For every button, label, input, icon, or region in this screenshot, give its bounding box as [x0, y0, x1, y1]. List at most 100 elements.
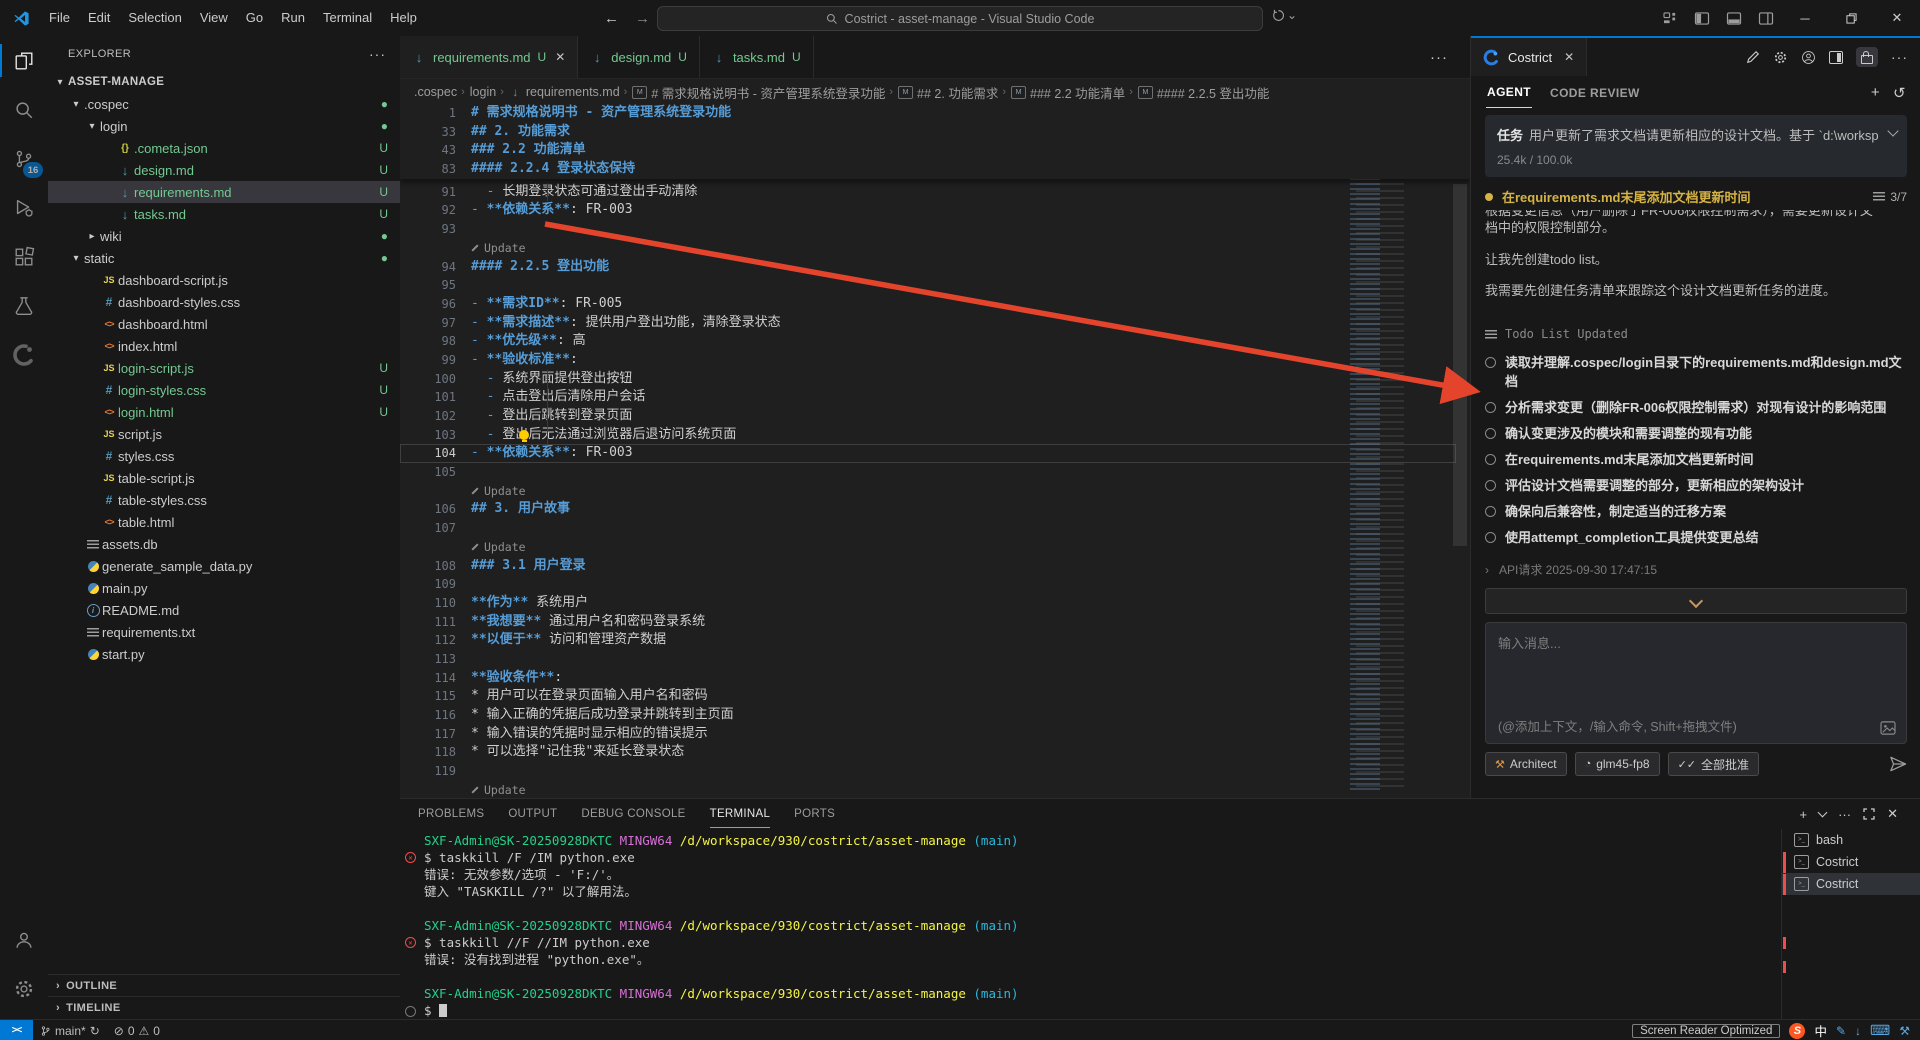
search-icon[interactable]	[0, 85, 48, 134]
menu-item[interactable]: File	[40, 6, 79, 29]
todo-item[interactable]: 评估设计文档需要调整的部分，更新相应的架构设计	[1485, 476, 1907, 495]
edit-icon[interactable]	[1746, 50, 1760, 64]
attach-image-icon[interactable]	[1880, 721, 1896, 735]
breadcrumb-item[interactable]: M ### 2.2 功能清单 ›	[1011, 83, 1133, 102]
minimize-button[interactable]: ─	[1782, 0, 1828, 36]
terminal-more-icon[interactable]: ···	[1838, 807, 1851, 822]
breadcrumb-item[interactable]: M # 需求规格说明书 - 资产管理系统登录功能 ›	[632, 83, 893, 102]
tree-row[interactable]: JS dashboard-script.js	[48, 269, 400, 291]
collapse-bar[interactable]	[1485, 588, 1907, 614]
explorer-more-icon[interactable]: ···	[369, 46, 386, 62]
todo-item[interactable]: 分析需求变更（删除FR-006权限控制需求）对现有设计的影响范围	[1485, 398, 1907, 417]
api-request-row[interactable]: ›API请求 2025-09-30 17:47:15	[1485, 561, 1907, 578]
tree-row[interactable]: JS script.js	[48, 423, 400, 445]
tree-row[interactable]: ↓ design.md U	[48, 159, 400, 181]
tree-row[interactable]: ▾ ASSET-MANAGE	[48, 71, 400, 93]
customize-layout-icon[interactable]	[1663, 12, 1678, 25]
toggle-sidebar-icon[interactable]	[1694, 12, 1710, 25]
menu-item[interactable]: Edit	[79, 6, 119, 29]
menu-item[interactable]: View	[191, 6, 237, 29]
problems-item[interactable]: ⊘0 ⚠0	[107, 1020, 167, 1040]
tree-row[interactable]: JS table-script.js	[48, 467, 400, 489]
mode-chip[interactable]: ⚒ Architect	[1485, 752, 1567, 776]
mode-chip[interactable]: ✓✓ 全部批准	[1668, 752, 1759, 776]
menu-item[interactable]: Selection	[119, 6, 190, 29]
tree-row[interactable]: ↓ tasks.md U	[48, 203, 400, 225]
terminal-instance-row[interactable]: >_ Costrict	[1782, 851, 1920, 873]
tab-close-icon[interactable]: ✕	[555, 50, 565, 64]
tree-row[interactable]: start.py	[48, 643, 400, 665]
terminal-output[interactable]: SXF-Admin@SK-20250928DKTC MINGW64 /d/wor…	[400, 832, 1780, 1018]
current-step-row[interactable]: 在requirements.md末尾添加文档更新时间 3/7	[1485, 187, 1907, 206]
costrict-icon[interactable]	[0, 330, 48, 379]
task-card[interactable]: 任务用户更新了需求文档请更新相应的设计文档。基于 `d:\worksp 25.4…	[1485, 115, 1907, 177]
tree-row[interactable]: # table-styles.css	[48, 489, 400, 511]
layout-profile-button[interactable]: ⌄	[1272, 8, 1297, 22]
tree-row[interactable]: ▾ login ●	[48, 115, 400, 137]
settings-icon[interactable]	[1773, 50, 1788, 65]
panel-tab[interactable]: OUTPUT	[508, 808, 557, 820]
git-branch-item[interactable]: main* ↻	[33, 1020, 107, 1040]
toggle-secondary-sidebar-icon[interactable]	[1758, 12, 1774, 25]
breadcrumb-item[interactable]: M .cospec ›	[414, 85, 465, 99]
breadcrumb-item[interactable]: ↓ requirements.md ›	[509, 85, 627, 99]
maximize-panel-icon[interactable]	[1863, 808, 1875, 820]
tree-row[interactable]: JS login-script.js U	[48, 357, 400, 379]
send-icon[interactable]	[1889, 756, 1907, 772]
tree-row[interactable]: ↓ requirements.md U	[48, 181, 400, 203]
editor-tab[interactable]: ↓ requirements.md U ✕	[400, 36, 578, 78]
terminal-profile-chevron-icon[interactable]	[1818, 808, 1828, 818]
tree-row[interactable]: ▾ .cospec ●	[48, 93, 400, 115]
mode-chip[interactable]: ◔ glm45-fp8	[1575, 752, 1660, 776]
account-icon[interactable]	[1801, 50, 1816, 65]
editor-tab[interactable]: ↓ design.md U	[578, 36, 700, 78]
tree-row[interactable]: # styles.css	[48, 445, 400, 467]
todo-item[interactable]: 确保向后兼容性，制定适当的迁移方案	[1485, 502, 1907, 521]
editor-actions-more-icon[interactable]: ···	[1430, 36, 1470, 78]
tab-agent[interactable]: AGENT	[1486, 77, 1532, 108]
tree-row[interactable]: # dashboard-styles.css	[48, 291, 400, 313]
tree-row[interactable]: i README.md	[48, 599, 400, 621]
timeline-section[interactable]: ›TIMELINE	[48, 996, 400, 1019]
screen-reader-item[interactable]: Screen Reader Optimized	[1632, 1024, 1780, 1038]
tree-row[interactable]: main.py	[48, 577, 400, 599]
close-panel-icon[interactable]: ✕	[1887, 806, 1898, 822]
tree-row[interactable]: requirements.txt	[48, 621, 400, 643]
todo-item[interactable]: 读取并理解.cospec/login目录下的requirements.md和de…	[1485, 353, 1907, 391]
panel-more-icon[interactable]: ···	[1891, 49, 1908, 65]
run-debug-icon[interactable]	[0, 183, 48, 232]
source-control-icon[interactable]: 16	[0, 134, 48, 183]
todo-item[interactable]: 在requirements.md末尾添加文档更新时间	[1485, 450, 1907, 469]
extensions-icon[interactable]	[0, 232, 48, 281]
history-icon[interactable]: ↺	[1893, 84, 1906, 102]
settings-gear-icon[interactable]	[0, 964, 48, 1013]
new-task-icon[interactable]: +	[1871, 84, 1880, 102]
breadcrumb-item[interactable]: M login ›	[470, 85, 504, 99]
tab-code-review[interactable]: CODE REVIEW	[1550, 86, 1640, 100]
editor-tab[interactable]: ↓ tasks.md U	[700, 36, 814, 78]
tree-row[interactable]: <> dashboard.html	[48, 313, 400, 335]
ime-pen-icon[interactable]: ✎	[1836, 1024, 1846, 1038]
tree-row[interactable]: <> table.html	[48, 511, 400, 533]
terminal-instance-row[interactable]: >_ bash	[1782, 829, 1920, 851]
nav-back-button[interactable]: ←	[604, 10, 619, 27]
restore-button[interactable]	[1828, 0, 1874, 36]
explorer-icon[interactable]	[0, 36, 48, 85]
accounts-icon[interactable]	[0, 915, 48, 964]
tree-row[interactable]: # login-styles.css U	[48, 379, 400, 401]
tree-row[interactable]: <> login.html U	[48, 401, 400, 423]
terminal-instance-row[interactable]: >_ Costrict	[1782, 873, 1920, 895]
menu-item[interactable]: Terminal	[314, 6, 381, 29]
tree-row[interactable]: ▸ wiki ●	[48, 225, 400, 247]
panel-tab[interactable]: DEBUG CONSOLE	[581, 808, 685, 820]
nav-forward-button[interactable]: →	[635, 10, 650, 27]
minimap[interactable]	[1348, 148, 1412, 790]
costrict-panel-tab[interactable]: Costrict ✕	[1471, 38, 1587, 76]
menu-item[interactable]: Run	[272, 6, 314, 29]
ime-download-icon[interactable]: ↓	[1855, 1024, 1861, 1038]
editor-code-area[interactable]: 1 # 需求规格说明书 - 资产管理系统登录功能 33 ## 2. 功能需求 4…	[400, 104, 1470, 798]
close-window-button[interactable]: ✕	[1874, 0, 1920, 36]
toggle-panel-icon[interactable]	[1726, 12, 1742, 25]
command-center[interactable]: Costrict - asset-manage - Visual Studio …	[657, 6, 1263, 31]
ime-tools-icon[interactable]: ⚒	[1899, 1024, 1910, 1038]
